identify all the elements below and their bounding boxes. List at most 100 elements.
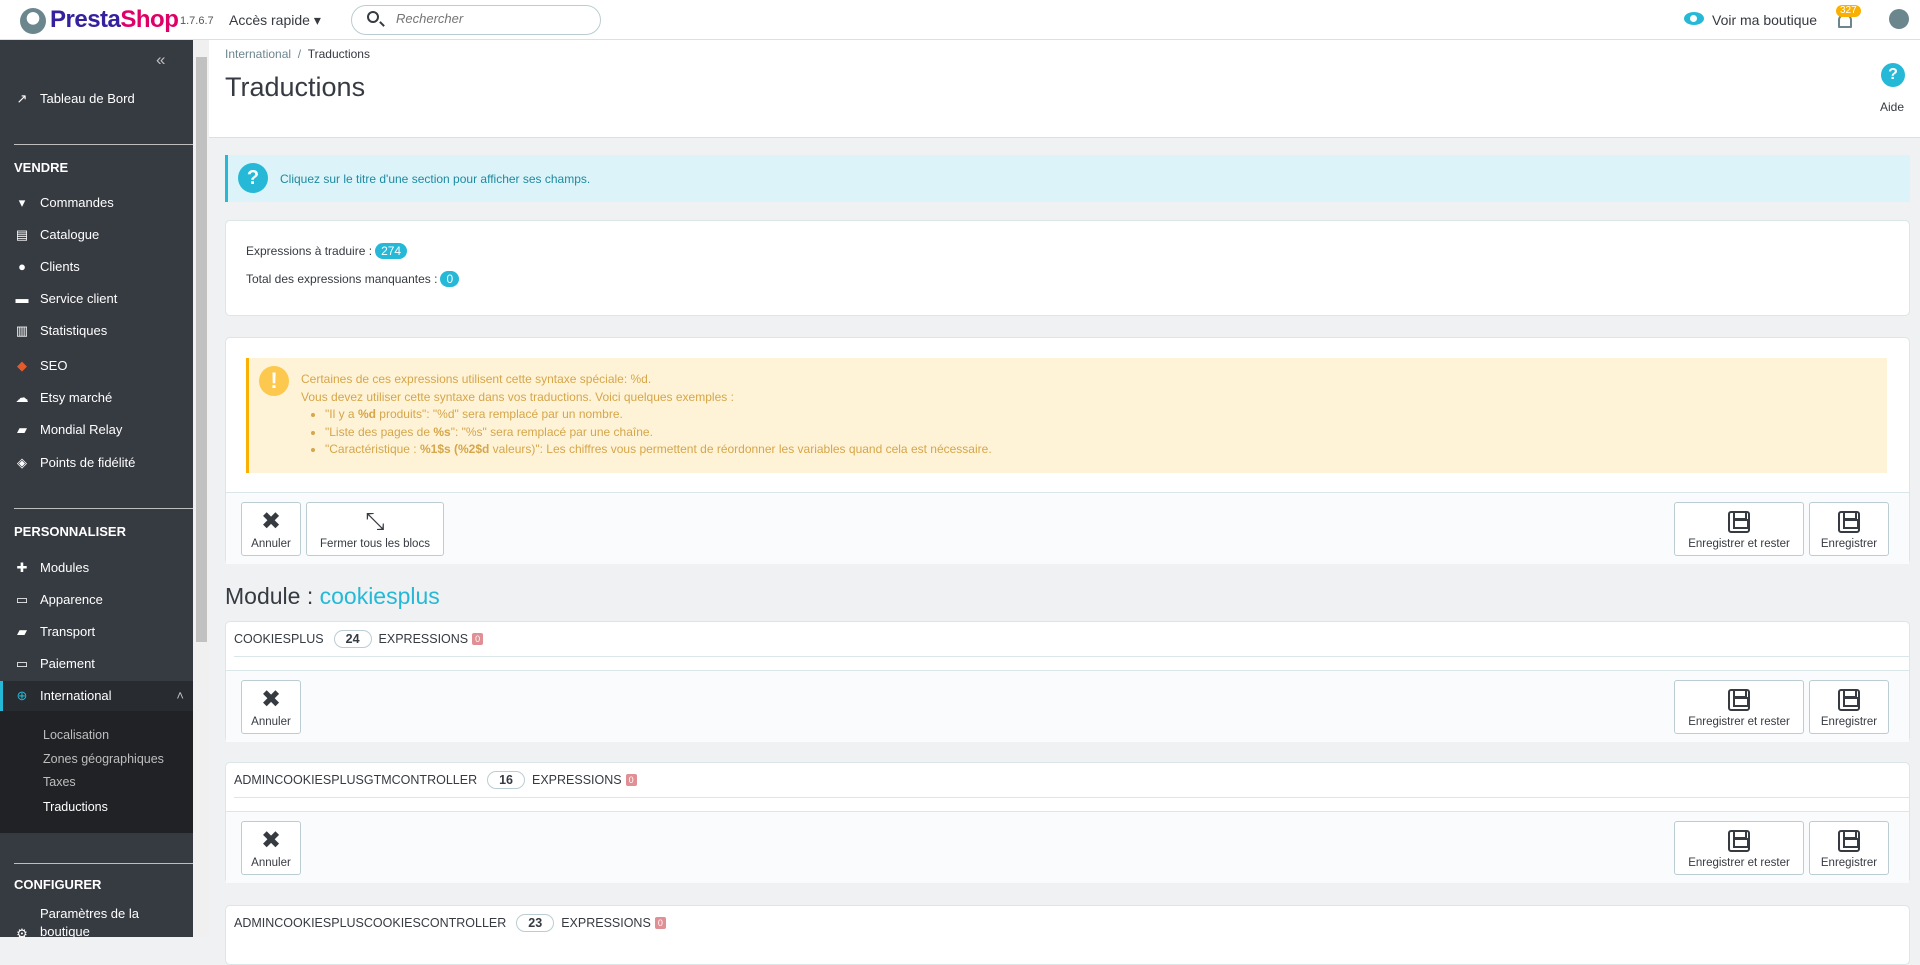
search-box[interactable] [351, 5, 601, 35]
t: valeurs)": Les chiffres vous permettent … [489, 442, 992, 456]
sidebar-label: Paiement [40, 656, 95, 671]
quick-access-dropdown[interactable]: Accès rapide ▾ [229, 12, 321, 29]
help-button-label[interactable]: Aide [1880, 100, 1904, 114]
sidebar-item-seo[interactable]: ◆ SEO [14, 358, 67, 373]
brand-part: Shop [120, 6, 179, 33]
user-avatar-icon[interactable] [1889, 9, 1909, 29]
module-title: Module : cookiesplus [225, 583, 440, 610]
section-name: ADMINCOOKIESPLUSCOOKIESCONTROLLER [234, 916, 507, 930]
sidebar-item-catalog[interactable]: ▤ Catalogue [14, 227, 99, 242]
submenu-localisation[interactable]: Localisation [43, 728, 109, 742]
section-panel: ADMINCOOKIESPLUSGTMCONTROLLER 16 EXPRESSIO… [225, 762, 1910, 883]
submenu-translations[interactable]: Traductions [43, 800, 108, 814]
divider [234, 656, 1909, 657]
section-panel: ADMINCOOKIESPLUSCOOKIESCONTROLLER 23 EXPRE… [225, 905, 1910, 965]
help-icon[interactable]: ? [1881, 63, 1905, 87]
globe-icon: ⊕ [16, 687, 28, 703]
sidebar-label: Statistiques [40, 323, 108, 338]
sidebar-item-stats[interactable]: ▥ Statistiques [14, 323, 107, 338]
save-button[interactable]: Enregistrer [1809, 502, 1889, 556]
missing-badge: 0 [472, 633, 484, 645]
warning-alert: ! Certaines de ces expressions utilisent… [246, 358, 1887, 473]
sidebar-item-customers[interactable]: ● Clients [14, 259, 80, 274]
sidebar-item-mondial-relay[interactable]: ▰ Mondial Relay [14, 422, 122, 437]
sidebar-item-dashboard[interactable]: ↗ Tableau de Bord [14, 91, 135, 106]
panel-footer: ✖ Annuler ⤡ Fermer tous les blocs Enregist… [226, 492, 1909, 564]
close-all-blocks-button[interactable]: ⤡ Fermer tous les blocs [306, 502, 444, 556]
submenu-zones[interactable]: Zones géographiques [43, 752, 164, 766]
sidebar-label: Apparence [40, 592, 103, 607]
sidebar-label: SEO [40, 358, 68, 373]
collapse-sidebar-icon[interactable]: « [156, 50, 165, 70]
sidebar-item-shop-params[interactable]: ⚙ Paramètres de la boutique [14, 905, 150, 941]
stat-to-translate: Expressions à traduire :274 [246, 243, 408, 259]
sidebar-item-orders[interactable]: ▾ Commandes [14, 195, 114, 210]
expression-count: 23 [516, 914, 555, 932]
expressions-label: EXPRESSIONS [561, 916, 651, 930]
save-button[interactable]: Enregistrer [1809, 821, 1889, 875]
brand-part: Presta [50, 6, 121, 33]
tag-icon: ◈ [17, 454, 27, 470]
save-icon [1728, 689, 1750, 711]
divider [14, 863, 193, 864]
eye-icon[interactable] [1684, 12, 1704, 25]
search-icon [367, 11, 379, 23]
info-text: Cliquez sur le titre d'une section pour … [280, 172, 591, 186]
close-icon: ✖ [260, 508, 282, 535]
t: "Il y a [325, 407, 358, 421]
sidebar-item-shipping[interactable]: ▰ Transport [14, 624, 95, 639]
count-badge: 274 [375, 243, 408, 259]
breadcrumb-parent[interactable]: International [225, 47, 291, 61]
puzzle-icon: ✚ [16, 559, 28, 575]
save-and-stay-button[interactable]: Enregistrer et rester [1674, 502, 1804, 556]
version: 1.7.6.7 [180, 15, 214, 27]
view-shop-link[interactable]: Voir ma boutique [1712, 12, 1817, 28]
sidebar-item-appearance[interactable]: ▭ Apparence [14, 592, 103, 607]
section-name: COOKIESPLUS [234, 632, 324, 646]
stats-panel: Expressions à traduire :274 Total des ex… [225, 220, 1910, 316]
sidebar-item-loyalty[interactable]: ◈ Points de fidélité [14, 455, 135, 470]
sidebar-label: Mondial Relay [40, 422, 123, 437]
cancel-button[interactable]: ✖ Annuler [241, 680, 301, 734]
t: produits": "%d" sera remplacé par un nom… [375, 407, 623, 421]
divider [234, 797, 1909, 798]
scrollbar-thumb[interactable] [196, 57, 207, 642]
sidebar-item-etsy[interactable]: ☁ Etsy marché [14, 390, 113, 405]
save-button[interactable]: Enregistrer [1809, 680, 1889, 734]
save-and-stay-button[interactable]: Enregistrer et rester [1674, 680, 1804, 734]
section-name: ADMINCOOKIESPLUSGTMCONTROLLER [234, 773, 478, 787]
button-label: Fermer tous les blocs [320, 538, 430, 550]
sidebar-item-modules[interactable]: ✚ Modules [14, 559, 90, 575]
sidebar-item-customer-service[interactable]: ▬ Service client [14, 291, 118, 306]
expression-count: 24 [333, 630, 372, 648]
section-configurer: CONFIGURER [14, 877, 102, 892]
sidebar-label: Modules [40, 560, 90, 575]
page-title: Traductions [225, 72, 366, 102]
count-badge: 0 [440, 271, 460, 287]
t: "Liste des pages de [325, 424, 434, 439]
sidebar-label: Catalogue [40, 227, 100, 242]
breadcrumb: International / Traductions [225, 47, 370, 61]
save-icon [1728, 830, 1750, 852]
t: "Caractéristique : [325, 442, 420, 456]
cancel-button[interactable]: ✖ Annuler [241, 502, 301, 556]
section-header[interactable]: COOKIESPLUS 24 EXPRESSIONS 0 [234, 630, 484, 648]
sidebar-item-payment[interactable]: ▭ Paiement [14, 656, 95, 671]
save-and-stay-button[interactable]: Enregistrer et rester [1674, 821, 1804, 875]
example-item: "Liste des pages de %s": "%s" sera rempl… [325, 424, 992, 442]
brand-logo[interactable]: PrestaShop [50, 6, 179, 34]
panel-footer: ✖ Annuler Enregistrer et rester Enregistr… [226, 811, 1909, 883]
t: %1$s (%2$d [419, 442, 490, 456]
submenu-taxes[interactable]: Taxes [43, 775, 76, 789]
section-header[interactable]: ADMINCOOKIESPLUSCOOKIESCONTROLLER 23 EXPRE… [234, 914, 666, 932]
close-icon: ✖ [260, 686, 282, 713]
search-input[interactable] [396, 11, 586, 26]
gear-icon: ⚙ [16, 926, 28, 941]
sidebar-label: Points de fidélité [40, 455, 136, 470]
example-item: "Caractéristique : %1$s (%2$d valeurs)":… [325, 441, 992, 459]
missing-badge: 0 [654, 917, 666, 929]
section-header[interactable]: ADMINCOOKIESPLUSGTMCONTROLLER 16 EXPRESSIO… [234, 771, 637, 789]
cancel-button[interactable]: ✖ Annuler [241, 821, 301, 875]
expression-count: 16 [487, 771, 525, 789]
sidebar-item-international[interactable]: ⊕ International ˄ [14, 688, 184, 703]
